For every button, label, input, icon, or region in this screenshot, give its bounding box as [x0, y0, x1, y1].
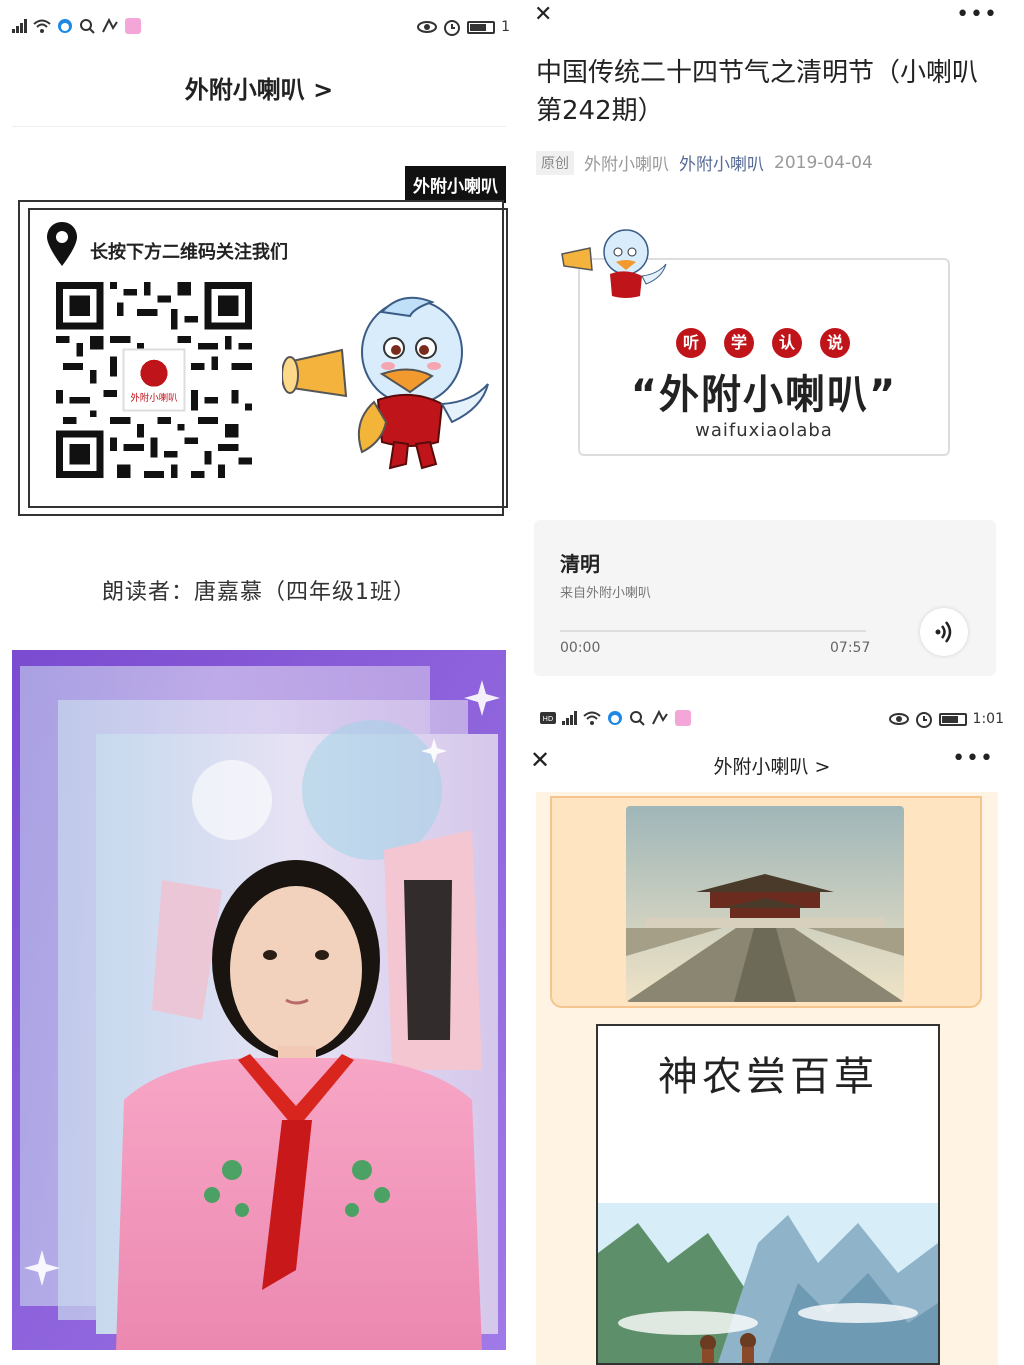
svg-text:HD: HD — [543, 715, 554, 723]
hd-icon: HD — [540, 712, 556, 724]
status-bar: 1 — [0, 10, 518, 42]
sound-wave-icon — [935, 621, 952, 643]
article-screen: ✕ ••• 中国传统二十四节气之清明节（小喇叭第242期） 原创 外附小喇叭 外… — [520, 0, 1024, 692]
palace-illustration — [626, 806, 904, 1002]
qq-icon — [58, 19, 72, 33]
audio-play-button[interactable] — [920, 608, 968, 656]
story-title: 神农尝百草 — [658, 1054, 878, 1100]
nav-title[interactable]: 外附小喇叭 > — [0, 70, 518, 105]
search-icon — [80, 19, 95, 34]
status-bar: HD 1:01 — [520, 702, 1024, 734]
location-pin-icon — [47, 222, 77, 266]
mascot-illustration — [282, 296, 489, 470]
audio-source: 来自外附小喇叭 — [560, 586, 652, 601]
story-card: 神农尝百草 — [596, 1024, 940, 1365]
qr-center-label: 外附小喇叭 — [130, 392, 178, 404]
article-meta: 原创 外附小喇叭 外附小喇叭 2019-04-04 — [536, 150, 873, 175]
audio-time-current: 00:00 — [560, 640, 601, 656]
app-icon — [102, 18, 118, 33]
illustration-card — [550, 796, 982, 1008]
alarm-icon — [915, 712, 932, 728]
mountain-illustration — [598, 1203, 938, 1363]
badge-listen: 听 — [676, 328, 706, 358]
nav-title[interactable]: 外附小喇叭 > — [520, 752, 1024, 779]
qr-hint: 长按下方二维码关注我们 — [90, 242, 288, 263]
badge-row: 听 学 认 说 — [676, 328, 850, 358]
eye-icon — [417, 21, 438, 33]
close-icon[interactable]: ✕ — [534, 2, 552, 27]
author: 外附小喇叭 — [584, 155, 669, 175]
notification-app-icon — [125, 18, 141, 34]
original-badge: 原创 — [536, 150, 574, 175]
brand-name: “外附小喇叭” — [630, 372, 898, 418]
publish-date: 2019-04-04 — [774, 152, 873, 173]
mascot-icon — [561, 229, 667, 298]
audio-progress-bar[interactable] — [560, 630, 866, 632]
second-article-screen: HD 1:01 ✕ 外附小喇叭 > ••• 神农尝百草 — [520, 692, 1024, 1365]
signal-icon — [12, 19, 27, 33]
brand-pinyin: waifuxiaolaba — [695, 420, 833, 441]
alarm-icon — [444, 20, 461, 36]
qr-code[interactable]: 外附小喇叭 — [56, 282, 252, 478]
battery-icon — [938, 712, 967, 726]
search-icon — [630, 711, 645, 726]
clock: 1:01 — [972, 711, 1004, 727]
badge-recognize: 认 — [772, 328, 802, 358]
clock: 1 — [501, 19, 510, 35]
account-link[interactable]: 外附小喇叭 — [679, 150, 764, 175]
notification-app-icon — [675, 710, 691, 726]
audio-time-total: 07:57 — [830, 640, 871, 656]
divider — [12, 126, 506, 127]
reader-credit: 朗读者：唐嘉慕（四年级1班） — [102, 580, 416, 605]
reader-photo — [12, 650, 506, 1350]
app-icon — [652, 710, 668, 725]
left-screen: 1 外附小喇叭 > 外附小喇叭 长按下方二维码关注我们 外附小喇叭 朗读者：唐嘉… — [0, 0, 518, 1365]
account-tag: 外附小喇叭 — [405, 166, 506, 203]
signal-icon — [562, 711, 577, 725]
article-title: 中国传统二十四节气之清明节（小喇叭第242期） — [536, 58, 979, 126]
audio-player[interactable]: 清明 来自外附小喇叭 00:00 07:57 — [534, 520, 996, 676]
article-content: 神农尝百草 — [536, 792, 998, 1365]
badge-speak: 说 — [820, 328, 850, 358]
audio-title: 清明 — [560, 552, 600, 576]
wifi-icon — [33, 19, 51, 33]
badge-learn: 学 — [724, 328, 754, 358]
qr-card: 长按下方二维码关注我们 外附小喇叭 — [18, 200, 508, 516]
more-icon[interactable]: ••• — [956, 2, 998, 27]
battery-icon — [467, 20, 496, 34]
qq-icon — [608, 711, 622, 725]
wifi-icon — [583, 711, 601, 725]
eye-icon — [888, 713, 909, 725]
more-icon[interactable]: ••• — [952, 746, 994, 771]
